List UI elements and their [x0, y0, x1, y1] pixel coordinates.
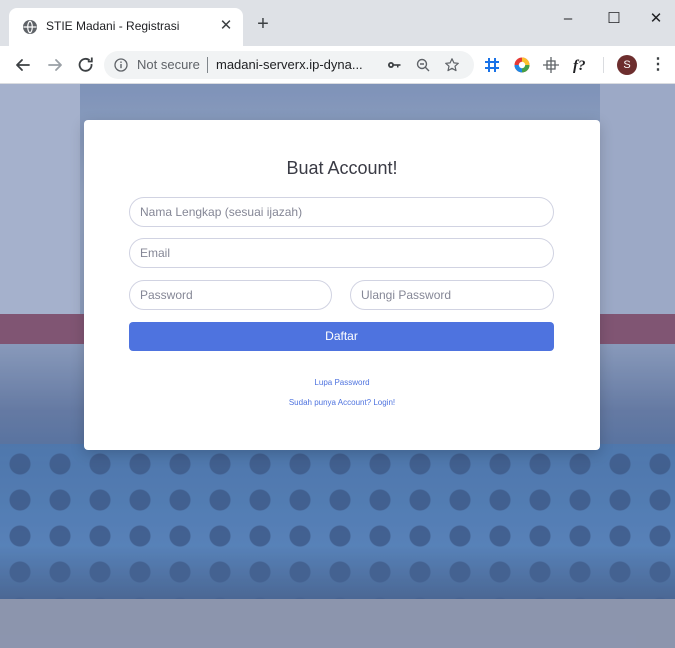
- font-extension-icon[interactable]: f?: [572, 55, 592, 75]
- toolbar-divider: [603, 57, 604, 73]
- forgot-password-link[interactable]: Lupa Password: [84, 378, 600, 387]
- new-tab-button[interactable]: +: [253, 14, 273, 35]
- password-input[interactable]: [129, 280, 332, 310]
- browser-tab[interactable]: STIE Madani - Registrasi ✕: [9, 8, 243, 46]
- daftar-button[interactable]: Daftar: [129, 322, 554, 351]
- close-window-button[interactable]: ✕: [634, 8, 675, 32]
- login-link[interactable]: Sudah punya Account? Login!: [84, 398, 600, 407]
- key-icon[interactable]: [386, 57, 402, 73]
- forward-arrow-icon[interactable]: [44, 54, 66, 76]
- reload-icon[interactable]: [75, 54, 97, 76]
- minimize-button[interactable]: –: [546, 8, 590, 32]
- color-extension-icon[interactable]: [512, 55, 532, 75]
- url-text[interactable]: madani-serverx.ip-dyna...: [216, 57, 363, 72]
- address-bar[interactable]: Not secure madani-serverx.ip-dyna...: [104, 51, 474, 79]
- repeat-password-input[interactable]: [350, 280, 554, 310]
- grid-extension-icon[interactable]: [482, 55, 502, 75]
- register-card: Buat Account! Daftar Lupa Password Sudah…: [84, 120, 600, 450]
- maximize-button[interactable]: ☐: [592, 8, 636, 32]
- browser-toolbar: Not secure madani-serverx.ip-dyna... f? …: [0, 46, 675, 84]
- globe-icon: [22, 19, 38, 35]
- security-status[interactable]: Not secure: [137, 57, 200, 72]
- tab-strip: STIE Madani - Registrasi ✕ + – ☐ ✕: [0, 0, 675, 46]
- svg-text:f?: f?: [573, 58, 586, 74]
- zoom-icon[interactable]: [415, 57, 431, 73]
- back-arrow-icon[interactable]: [12, 54, 34, 76]
- omnibox-divider: [207, 57, 208, 73]
- profile-avatar[interactable]: S: [617, 55, 637, 75]
- info-icon[interactable]: [114, 58, 128, 72]
- email-input[interactable]: [129, 238, 554, 268]
- crosshair-extension-icon[interactable]: [541, 55, 561, 75]
- page-title: Buat Account!: [286, 158, 398, 178]
- fullname-input[interactable]: [129, 197, 554, 227]
- star-icon[interactable]: [444, 57, 460, 73]
- tab-title: STIE Madani - Registrasi: [46, 19, 180, 33]
- tab-close-icon[interactable]: ✕: [217, 17, 235, 35]
- browser-menu-icon[interactable]: ⋮: [650, 56, 666, 74]
- page-background: Buat Account! Daftar Lupa Password Sudah…: [0, 84, 675, 648]
